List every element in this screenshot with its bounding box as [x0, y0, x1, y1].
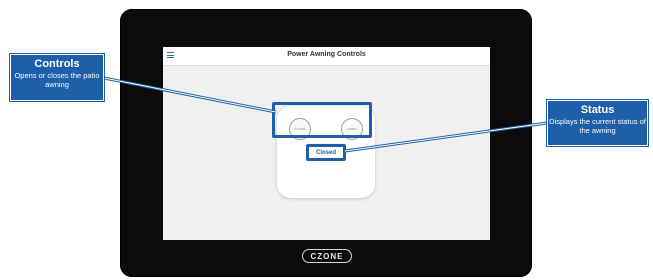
controls-callout: Controls Opens or closes the patio awnin… — [10, 54, 104, 101]
controls-callout-title: Controls — [34, 58, 80, 70]
status-callout-description: Displays the current status of the awnin… — [549, 117, 646, 135]
czone-logo: CZONE — [302, 249, 352, 263]
status-connector-line-inner — [344, 122, 548, 152]
controls-connector-line-inner — [103, 77, 277, 113]
status-callout-title: Status — [580, 104, 615, 116]
controls-callout-description: Opens or closes the patio awning — [14, 71, 100, 89]
status-callout: Status Displays the current status of th… — [547, 100, 648, 146]
